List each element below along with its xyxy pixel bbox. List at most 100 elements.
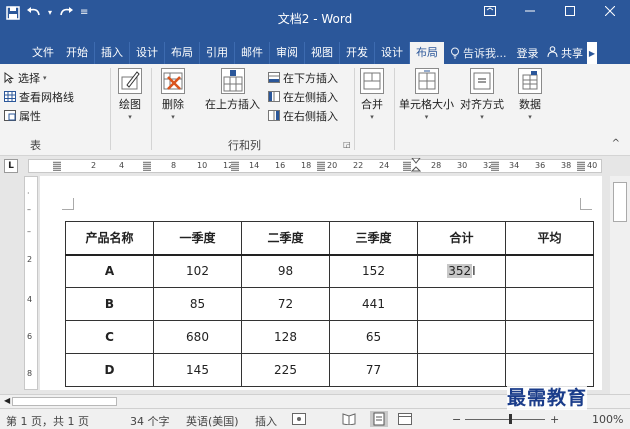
login-link[interactable]: 登录: [517, 45, 539, 61]
table-cell[interactable]: D: [65, 353, 154, 387]
word-count[interactable]: 34 个字: [130, 413, 170, 429]
tab-developer[interactable]: 开发: [340, 42, 375, 64]
header-product-name[interactable]: 产品名称: [65, 221, 154, 256]
tab-design[interactable]: 设计: [130, 42, 165, 64]
table-cell[interactable]: 98: [241, 254, 330, 288]
insert-above-button[interactable]: 在上方插入: [205, 68, 260, 112]
zoom-level[interactable]: 100%: [592, 413, 623, 426]
view-gridlines-button[interactable]: 查看网格线: [4, 87, 74, 106]
zoom-in-button[interactable]: +: [550, 413, 559, 426]
header-q2[interactable]: 二季度: [241, 221, 330, 256]
share-button[interactable]: 共享: [547, 45, 583, 61]
insert-below-button[interactable]: 在下方插入: [268, 68, 338, 87]
tab-mailings[interactable]: 邮件: [235, 42, 270, 64]
scroll-left-icon[interactable]: ◀: [4, 396, 10, 405]
table-cell[interactable]: 145: [153, 353, 242, 387]
maximize-icon[interactable]: [550, 0, 590, 22]
select-button[interactable]: 选择 ▾: [4, 68, 74, 87]
macro-record-icon[interactable]: [292, 413, 306, 428]
chevron-down-icon: ▾: [128, 113, 132, 121]
insert-mode[interactable]: 插入: [255, 413, 277, 429]
more-arrow-icon[interactable]: ▶: [587, 42, 597, 64]
column-marker[interactable]: [53, 161, 61, 171]
insert-left-button[interactable]: 在左侧插入: [268, 87, 338, 106]
merge-button[interactable]: 合并 ▾: [360, 68, 384, 121]
insert-right-button[interactable]: 在右侧插入: [268, 106, 338, 125]
tab-review[interactable]: 审阅: [270, 42, 305, 64]
column-marker[interactable]: [403, 161, 411, 171]
draw-label: 绘图: [119, 98, 141, 111]
tab-home[interactable]: 开始: [60, 42, 95, 64]
table-cell[interactable]: 77: [329, 353, 418, 387]
table-cell[interactable]: [505, 353, 594, 387]
document-workspace: · – – 2 4 6 8 产品名称 一季度 二季度 三季度 合计 平均 A 1…: [0, 176, 630, 394]
tab-table-layout[interactable]: 布局: [410, 42, 444, 64]
column-marker[interactable]: [231, 161, 239, 171]
vertical-scroll-thumb[interactable]: [613, 182, 627, 222]
header-q3[interactable]: 三季度: [329, 221, 418, 256]
table-cell[interactable]: A: [65, 254, 154, 288]
print-layout-icon[interactable]: [370, 411, 388, 429]
insert-above-label: 在上方插入: [205, 98, 260, 111]
column-marker[interactable]: [577, 161, 585, 171]
horizontal-scroll-thumb[interactable]: [12, 397, 117, 406]
column-marker[interactable]: [317, 161, 325, 171]
page-count[interactable]: 第 1 页，共 1 页: [6, 413, 89, 429]
table-cell[interactable]: [417, 353, 506, 387]
table-cell[interactable]: 72: [241, 287, 330, 321]
draw-button[interactable]: 绘图 ▾: [118, 68, 142, 121]
zoom-slider[interactable]: [465, 419, 545, 420]
zoom-out-button[interactable]: −: [452, 413, 461, 426]
horizontal-ruler[interactable]: 2 4 8 10 12 14 16 18 20 22 24 28 30 32 3…: [28, 158, 602, 174]
zoom-slider-thumb[interactable]: [509, 414, 512, 424]
column-marker[interactable]: [491, 161, 499, 171]
header-q1[interactable]: 一季度: [153, 221, 242, 256]
vertical-scrollbar[interactable]: [610, 176, 630, 394]
delete-button[interactable]: 删除 ▾: [161, 68, 185, 121]
web-layout-icon[interactable]: [398, 413, 412, 428]
sales-table[interactable]: 产品名称 一季度 二季度 三季度 合计 平均 A 102 98 152 352I: [65, 221, 594, 387]
tab-file[interactable]: 文件: [0, 42, 60, 64]
tab-table-design[interactable]: 设计: [375, 42, 410, 64]
table-cell-active[interactable]: 352I: [417, 254, 506, 288]
ribbon-display-options-icon[interactable]: [470, 0, 510, 22]
table-cell[interactable]: [505, 254, 594, 288]
group-separator: [394, 68, 395, 150]
table-cell[interactable]: [505, 287, 594, 321]
table-cell[interactable]: 128: [241, 320, 330, 354]
close-icon[interactable]: [590, 0, 630, 22]
table-cell[interactable]: 65: [329, 320, 418, 354]
tab-layout[interactable]: 布局: [165, 42, 200, 64]
table-cell[interactable]: B: [65, 287, 154, 321]
tab-insert[interactable]: 插入: [95, 42, 130, 64]
table-cell[interactable]: [417, 287, 506, 321]
alignment-button[interactable]: 对齐方式 ▾: [460, 68, 504, 121]
table-cell[interactable]: 152: [329, 254, 418, 288]
language[interactable]: 英语(美国): [186, 413, 239, 429]
table-cell[interactable]: 225: [241, 353, 330, 387]
tab-references[interactable]: 引用: [200, 42, 235, 64]
table-cell[interactable]: 441: [329, 287, 418, 321]
document-page[interactable]: 产品名称 一季度 二季度 三季度 合计 平均 A 102 98 152 352I: [40, 176, 602, 390]
header-total[interactable]: 合计: [417, 221, 506, 256]
header-average[interactable]: 平均: [505, 221, 594, 256]
table-cell[interactable]: [417, 320, 506, 354]
vertical-ruler[interactable]: · – – 2 4 6 8: [24, 176, 38, 390]
tell-me-box[interactable]: 告诉我...: [450, 45, 507, 61]
table-cell[interactable]: C: [65, 320, 154, 354]
data-button[interactable]: 数据 ▾: [518, 68, 542, 121]
table-cell[interactable]: [505, 320, 594, 354]
collapse-ribbon-icon[interactable]: ^: [612, 138, 620, 149]
table-cell[interactable]: 85: [153, 287, 242, 321]
read-mode-icon[interactable]: [342, 413, 356, 428]
properties-button[interactable]: 属性: [4, 106, 74, 125]
tab-selector-icon[interactable]: L: [4, 159, 18, 173]
cell-size-button[interactable]: 单元格大小 ▾: [399, 68, 454, 121]
column-marker[interactable]: [143, 161, 151, 171]
table-cell[interactable]: 102: [153, 254, 242, 288]
tab-view[interactable]: 视图: [305, 42, 340, 64]
table-cell[interactable]: 680: [153, 320, 242, 354]
dialog-launcher-icon[interactable]: ◲: [343, 140, 351, 149]
indent-marker-icon[interactable]: [411, 158, 421, 174]
minimize-icon[interactable]: [510, 0, 550, 22]
